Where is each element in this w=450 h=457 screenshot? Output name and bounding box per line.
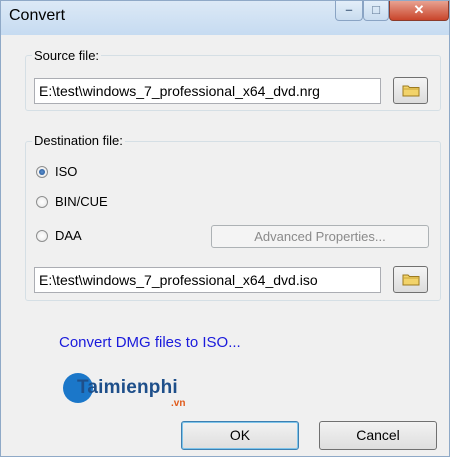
convert-dmg-link[interactable]: Convert DMG files to ISO...	[59, 334, 241, 351]
radio-indicator[interactable]	[36, 196, 48, 208]
ok-button[interactable]: OK	[181, 421, 299, 450]
advanced-properties-button[interactable]: Advanced Properties...	[211, 225, 429, 248]
window-title: Convert	[9, 7, 66, 24]
radio-indicator[interactable]	[36, 166, 48, 178]
close-button[interactable]: ✕	[389, 1, 449, 21]
source-browse-button[interactable]	[393, 77, 428, 104]
convert-dialog: Convert – □ ✕ Source file: E:\test\windo…	[0, 0, 450, 457]
destination-label: Destination file:	[32, 133, 125, 148]
destination-browse-button[interactable]	[393, 266, 428, 293]
cancel-button[interactable]: Cancel	[319, 421, 437, 450]
folder-icon	[402, 274, 420, 286]
radio-label: DAA	[55, 228, 82, 243]
radio-label: ISO	[55, 164, 78, 179]
radio-label: BIN/CUE	[55, 194, 108, 209]
maximize-icon: □	[372, 2, 380, 17]
minimize-icon: –	[345, 2, 353, 17]
source-path-input[interactable]: E:\test\windows_7_professional_x64_dvd.n…	[34, 78, 381, 104]
title-bar[interactable]: Convert – □ ✕	[1, 1, 449, 35]
destination-path-input[interactable]: E:\test\windows_7_professional_x64_dvd.i…	[34, 267, 381, 293]
maximize-button[interactable]: □	[363, 1, 389, 21]
minimize-button[interactable]: –	[335, 1, 363, 21]
taimienphi-logo: Taimienphi .vn	[63, 373, 203, 413]
folder-icon	[402, 85, 420, 97]
logo-brand: Taimienphi	[77, 377, 178, 398]
radio-indicator[interactable]	[36, 230, 48, 242]
logo-suffix: .vn	[171, 398, 186, 409]
source-label: Source file:	[32, 48, 102, 63]
close-icon: ✕	[413, 2, 425, 17]
